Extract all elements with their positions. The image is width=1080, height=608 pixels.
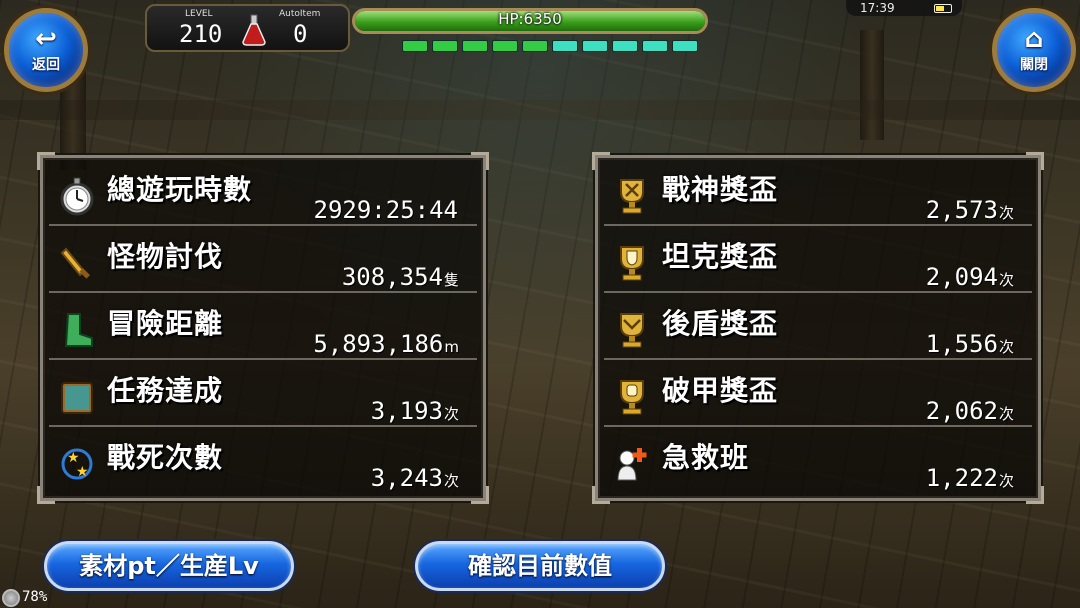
stat-row-deaths: ★ ★ 戰死次數 3,243次 [49,430,477,494]
stat-value: 3,193次 [370,397,459,425]
stat-label: 後盾獎盃 [662,307,779,340]
stat-value: 2929:25:44 [313,196,459,224]
trophy-swords-icon [612,176,652,216]
stat-value: 2,573次 [925,196,1014,224]
stars-icon: ★ ★ [57,444,97,484]
medic-icon [612,444,652,484]
stat-row-playtime: 總遊玩時數 2929:25:44 [49,162,477,226]
confirm-values-button[interactable]: 確認目前數值 [415,541,665,591]
sword-icon [57,243,97,283]
home-icon: ⌂ [1024,24,1044,54]
stat-row-armor-break-trophy: 破甲獎盃 2,062次 [604,363,1032,427]
stat-row-tank-trophy: 坦克獎盃 2,094次 [604,229,1032,293]
svg-text:★: ★ [76,464,89,480]
stopwatch-icon [57,176,97,216]
stat-label: 戰神獎盃 [662,173,779,206]
stat-row-monsters: 怪物討伐 308,354隻 [49,229,477,293]
stat-label: 總遊玩時數 [107,173,253,206]
stat-value: 2,094次 [925,263,1014,291]
energy-segment [402,40,428,52]
potion-icon [242,14,266,46]
stat-value: 2,062次 [925,397,1014,425]
boot-icon [57,310,97,350]
trophy-fist-icon [612,377,652,417]
level-panel: LEVEL 210 AutoItem 0 [145,4,350,52]
background-beam [860,30,884,140]
stat-label: 急救班 [662,441,750,474]
stat-row-first-aid: 急救班 1,222次 [604,430,1032,494]
stat-row-quests: 任務達成 3,193次 [49,363,477,427]
autoitem-value: 0 [293,20,308,48]
stat-label: 怪物討伐 [107,240,224,273]
stat-value: 1,222次 [925,464,1014,492]
player-stats-panel: 總遊玩時數 2929:25:44 怪物討伐 308,354隻 冒險距離 5,89… [37,152,489,504]
energy-segment [492,40,518,52]
clock-time: 17:39 [860,1,895,15]
level-caption: LEVEL [185,9,213,19]
stat-row-war-god-trophy: 戰神獎盃 2,573次 [604,162,1032,226]
stat-label: 坦克獎盃 [662,240,779,273]
trophy-shield-icon [612,243,652,283]
zoom-level: 78% [22,589,48,605]
return-arrow-icon: ↩ [35,24,57,54]
energy-segment [672,40,698,52]
stat-label: 冒險距離 [107,307,224,340]
energy-segment [582,40,608,52]
stat-value: 1,556次 [925,330,1014,358]
energy-segment [642,40,668,52]
stat-value: 308,354隻 [341,263,459,291]
stat-label: 破甲獎盃 [662,374,779,407]
close-button-label: 關閉 [1020,57,1048,73]
energy-segment [552,40,578,52]
energy-segment [522,40,548,52]
materials-button[interactable]: 素材pt／生産Lv [44,541,294,591]
back-button-label: 返回 [32,57,60,73]
stat-value: 3,243次 [370,464,459,492]
close-button[interactable]: ⌂ 關閉 [992,8,1076,92]
background-beam [0,100,1080,120]
zoom-icon [2,589,20,607]
stat-label: 戰死次數 [107,441,224,474]
energy-segments [402,40,698,52]
stat-value: 5,893,186m [313,330,459,358]
energy-segment [612,40,638,52]
autoitem-caption: AutoItem [279,9,321,19]
stat-label: 任務達成 [107,374,224,407]
stat-row-support-trophy: 後盾獎盃 1,556次 [604,296,1032,360]
trophy-stats-panel: 戰神獎盃 2,573次 坦克獎盃 2,094次 後盾獎盃 1,556次 破甲獎盃… [592,152,1044,504]
stat-row-distance: 冒險距離 5,893,186m [49,296,477,360]
trophy-wings-icon [612,310,652,350]
energy-segment [432,40,458,52]
battery-icon [934,4,952,13]
back-button[interactable]: ↩ 返回 [4,8,88,92]
level-value: 210 [179,20,223,48]
energy-segment [462,40,488,52]
hp-text: HP:6350 [498,10,562,28]
book-icon [57,377,97,417]
